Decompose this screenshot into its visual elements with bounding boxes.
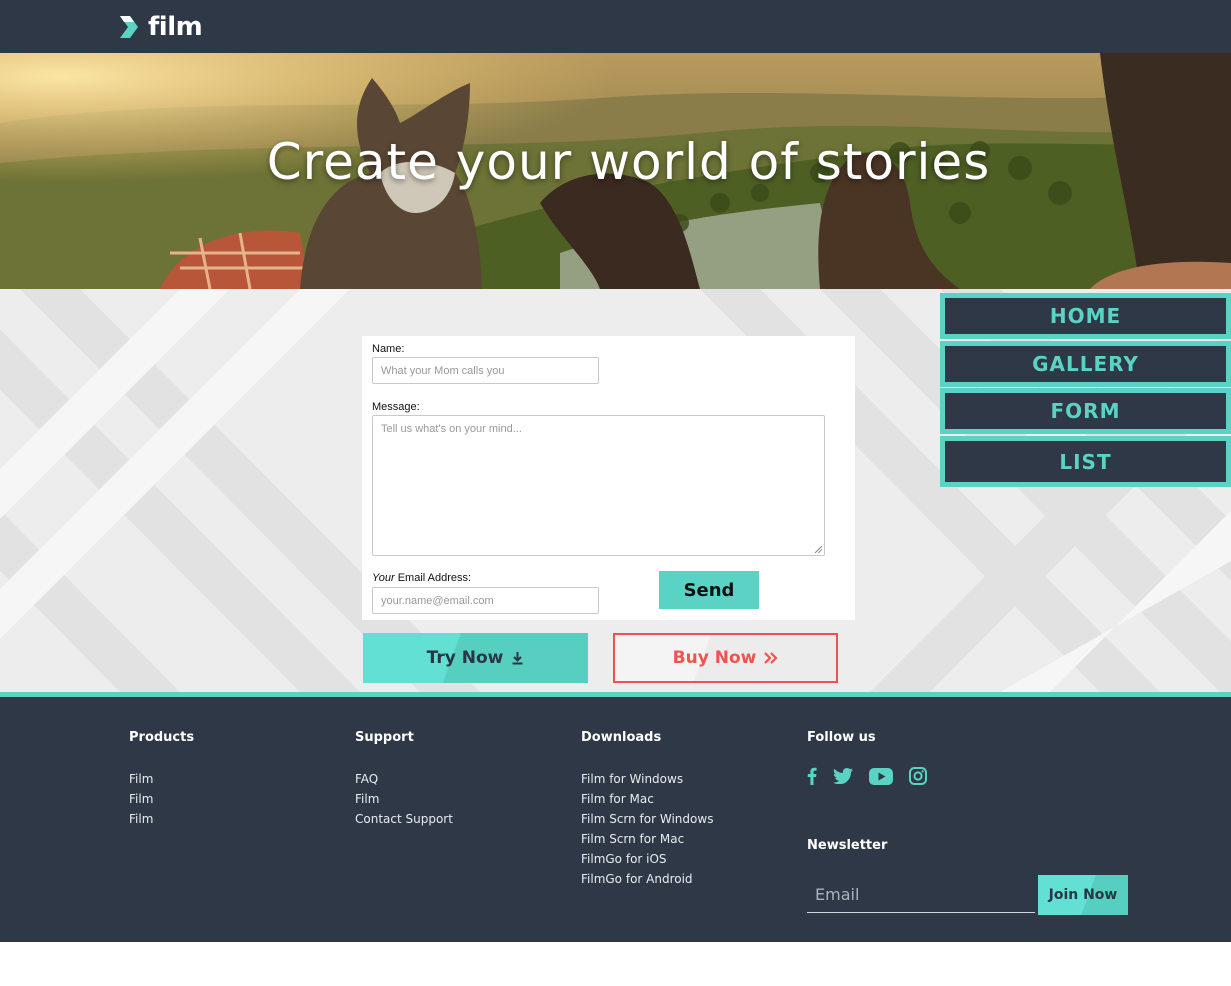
nav-item-home[interactable]: HOME <box>940 293 1231 339</box>
email-input[interactable]: your.name@email.com <box>372 587 599 614</box>
nav-item-gallery[interactable]: GALLERY <box>940 341 1231 387</box>
email-label: Your Email Address: <box>372 572 471 584</box>
footer-link[interactable]: Film <box>355 789 453 809</box>
top-header: film <box>0 0 1231 53</box>
instagram-icon[interactable] <box>909 767 927 785</box>
name-label: Name: <box>372 343 405 355</box>
footer-link[interactable]: Film <box>129 769 194 789</box>
nav-item-form[interactable]: FORM <box>940 388 1231 434</box>
footer-link[interactable]: Film for Mac <box>581 789 713 809</box>
nav-item-label: HOME <box>1049 304 1122 328</box>
footer-support-column: Support FAQ Film Contact Support <box>355 730 453 829</box>
social-links <box>807 767 927 785</box>
hero-banner: Create your world of stories <box>0 53 1231 289</box>
send-button-label: Send <box>683 579 735 601</box>
nav-item-list[interactable]: LIST <box>940 436 1231 487</box>
try-now-label: Try Now <box>426 648 504 668</box>
youtube-icon[interactable] <box>869 767 893 785</box>
footer-link[interactable]: Contact Support <box>355 809 453 829</box>
footer-link[interactable]: FAQ <box>355 769 453 789</box>
site-footer: Products Film Film Film Support FAQ Film… <box>0 697 1231 942</box>
footer-heading: Products <box>129 730 195 745</box>
footer-downloads-column: Downloads Film for Windows Film for Mac … <box>581 730 713 889</box>
message-label: Message: <box>372 401 420 413</box>
twitter-icon[interactable] <box>833 768 853 784</box>
name-input[interactable]: What your Mom calls you <box>372 357 599 384</box>
contact-form: Name: What your Mom calls you Message: T… <box>362 336 855 620</box>
hero-title: Create your world of stories <box>266 132 991 191</box>
double-chevron-right-icon <box>764 652 778 664</box>
brand-name: film <box>148 12 203 42</box>
join-now-button[interactable]: Join Now <box>1038 875 1128 915</box>
footer-products-column: Products Film Film Film <box>129 730 194 829</box>
send-button[interactable]: Send <box>659 571 759 609</box>
facebook-icon[interactable] <box>807 767 817 785</box>
footer-heading: Support <box>355 730 414 745</box>
film-logo-icon <box>120 16 138 38</box>
try-now-button[interactable]: Try Now <box>363 633 588 683</box>
footer-link[interactable]: Film Scrn for Mac <box>581 829 713 849</box>
footer-link[interactable]: Film <box>129 809 194 829</box>
footer-heading: Follow us <box>807 730 876 745</box>
footer-link[interactable]: Film Scrn for Windows <box>581 809 713 829</box>
brand-logo[interactable]: film <box>118 12 203 42</box>
footer-link[interactable]: FilmGo for iOS <box>581 849 713 869</box>
footer-link[interactable]: FilmGo for Android <box>581 869 713 889</box>
email-label-emphasis: Your <box>372 572 395 584</box>
join-now-label: Join Now <box>1048 887 1118 903</box>
footer-heading: Downloads <box>581 730 662 745</box>
side-navigation: HOME GALLERY FORM LIST <box>940 293 1231 487</box>
nav-item-label: FORM <box>1050 399 1121 423</box>
message-textarea[interactable]: Tell us what's on your mind... <box>372 415 825 556</box>
nav-item-label: GALLERY <box>1032 352 1139 376</box>
message-placeholder: Tell us what's on your mind... <box>381 423 522 435</box>
download-icon <box>512 652 523 665</box>
footer-link[interactable]: Film for Windows <box>581 769 713 789</box>
resize-handle-icon[interactable] <box>815 546 822 553</box>
email-label-text: Email Address: <box>394 572 472 584</box>
buy-now-button[interactable]: Buy Now <box>613 633 838 683</box>
newsletter-heading: Newsletter <box>807 838 888 853</box>
buy-now-label: Buy Now <box>672 648 757 668</box>
footer-link[interactable]: Film <box>129 789 194 809</box>
nav-item-label: LIST <box>1059 449 1112 474</box>
footer-follow-column: Follow us <box>807 730 927 785</box>
newsletter-email-input[interactable]: Email <box>807 877 1035 913</box>
